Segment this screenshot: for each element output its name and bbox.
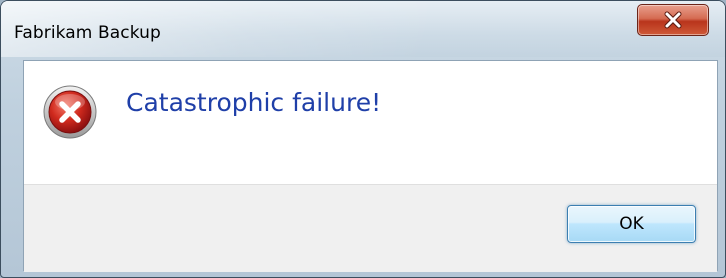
close-button[interactable] (637, 4, 709, 36)
dialog-client-area: Catastrophic failure! OK (23, 60, 718, 272)
window-title: Fabrikam Backup (14, 23, 161, 43)
close-icon (664, 11, 682, 29)
dialog-window: Fabrikam Backup Catastrophic failure! OK (0, 0, 726, 278)
error-icon (43, 85, 97, 139)
message-area: Catastrophic failure! (24, 61, 717, 184)
error-message: Catastrophic failure! (126, 88, 382, 117)
ok-button[interactable]: OK (567, 205, 696, 243)
button-bar: OK (24, 184, 717, 272)
title-bar[interactable]: Fabrikam Backup (1, 1, 725, 57)
